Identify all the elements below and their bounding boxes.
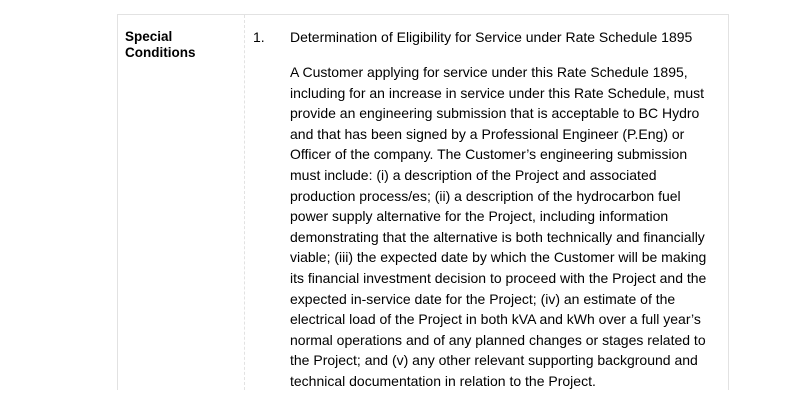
section-label: Special Conditions xyxy=(125,29,196,60)
body-line: including for an increase in service und… xyxy=(290,84,704,101)
body-line: electrical load of the Project in both k… xyxy=(290,311,701,328)
body-line: must include: (i) a description of the P… xyxy=(290,166,657,183)
item-heading: Determination of Eligibility for Service… xyxy=(290,29,693,45)
body-line: demonstrating that the alternative is bo… xyxy=(290,228,705,245)
body-line: and that has been signed by a Profession… xyxy=(290,125,685,142)
body-line: A Customer applying for service under th… xyxy=(290,64,688,80)
body-line: expected in-service date for the Project… xyxy=(290,290,676,307)
conditions-table: Special Conditions 1. Determination of E… xyxy=(117,14,729,390)
body-line: the Project; and (v) any other relevant … xyxy=(290,352,698,369)
body-line: provide an engineering submission that i… xyxy=(290,105,700,122)
body-line: Officer of the company. The Customer’s e… xyxy=(290,146,688,163)
body-line: its financial investment decision to pro… xyxy=(290,269,707,286)
body-line: production process/es; (ii) a descriptio… xyxy=(290,187,681,204)
body-line: viable; (iii) the expected date by which… xyxy=(290,249,707,266)
item-body: A Customer applying for service under th… xyxy=(290,62,706,392)
label-cell: Special Conditions xyxy=(118,15,245,390)
body-line: technical documentation in relation to t… xyxy=(290,372,596,389)
body-line: power supply alternative for the Project… xyxy=(290,208,669,225)
item-number: 1. xyxy=(253,29,265,45)
body-line: normal operations and of any planned cha… xyxy=(290,331,706,348)
